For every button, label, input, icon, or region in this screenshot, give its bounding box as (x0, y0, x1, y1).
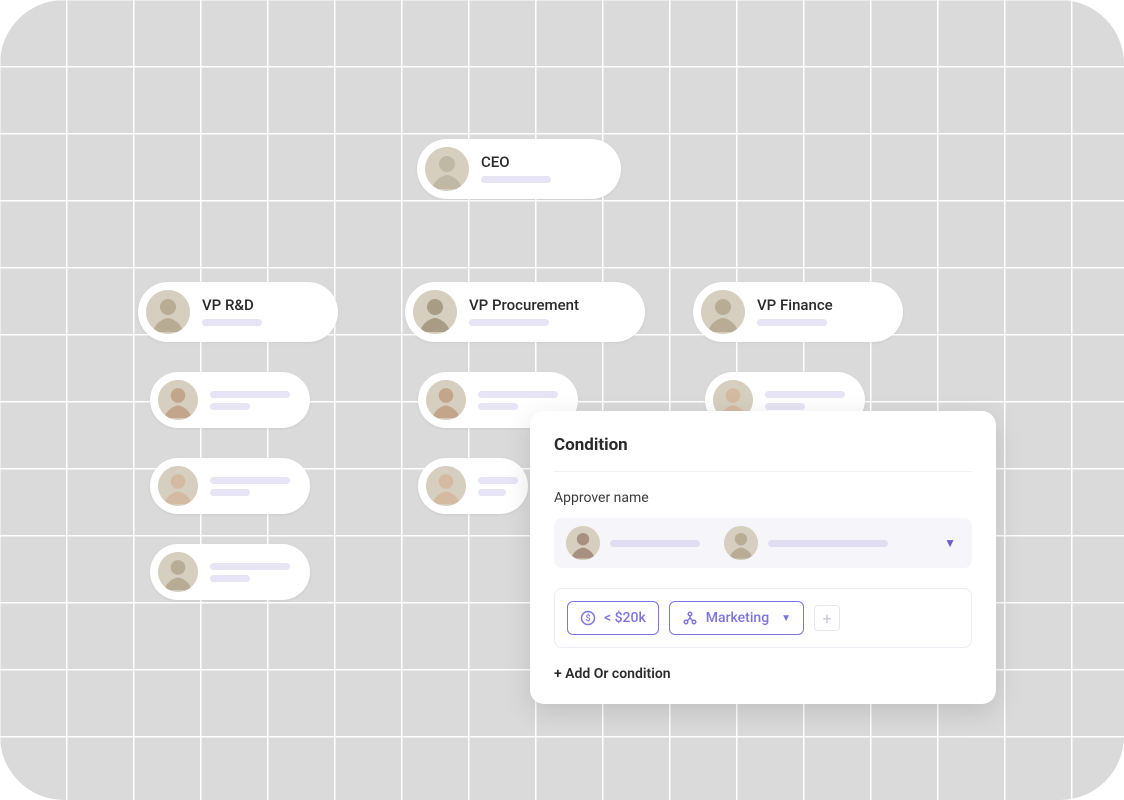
org-card-vp-procurement[interactable]: VP Procurement (405, 282, 645, 342)
card-text: VP Finance (757, 298, 833, 326)
placeholder-line (210, 563, 290, 570)
dept-tag[interactable]: Marketing ▼ (669, 601, 804, 635)
avatar-vp-procurement (413, 290, 457, 334)
placeholder-line (210, 489, 250, 496)
svg-text:$: $ (585, 613, 590, 624)
placeholder-line (478, 391, 558, 398)
placeholder-line (768, 540, 888, 547)
avatar-vp-rnd (146, 290, 190, 334)
avatar-member (426, 466, 466, 506)
org-card-member[interactable] (150, 372, 310, 428)
org-card-ceo[interactable]: CEO (417, 139, 621, 199)
placeholder-line (478, 403, 518, 410)
placeholder-line (210, 403, 250, 410)
condition-tag-row: $ < $20k Marketing ▼ + (554, 588, 972, 648)
avatar-ceo (425, 147, 469, 191)
placeholder-line (765, 391, 845, 398)
placeholder-line (210, 477, 290, 484)
card-title: CEO (481, 155, 551, 170)
card-title: VP R&D (202, 298, 262, 313)
chevron-down-icon: ▼ (781, 613, 791, 624)
placeholder-line (610, 540, 700, 547)
approver-avatar-2 (724, 526, 758, 560)
org-card-member[interactable] (150, 544, 310, 600)
avatar-vp-finance (701, 290, 745, 334)
avatar-member (426, 380, 466, 420)
card-text: VP Procurement (469, 298, 579, 326)
condition-panel: Condition Approver name ▼ $ < $20k (530, 411, 996, 704)
approver-select[interactable]: ▼ (554, 518, 972, 568)
avatar-member (158, 552, 198, 592)
card-text (210, 563, 290, 582)
dept-tag-label: Marketing (706, 610, 769, 626)
avatar-member (158, 380, 198, 420)
card-text: VP R&D (202, 298, 262, 326)
placeholder-line (478, 477, 518, 484)
placeholder-line (469, 319, 549, 326)
placeholder-line (757, 319, 827, 326)
dollar-icon: $ (580, 610, 596, 626)
org-card-member[interactable] (150, 458, 310, 514)
approver-avatar-1 (566, 526, 600, 560)
card-title: VP Finance (757, 298, 833, 313)
card-text (765, 391, 845, 410)
card-title: VP Procurement (469, 298, 579, 313)
card-text (478, 391, 558, 410)
approver-label: Approver name (554, 490, 972, 506)
card-text (478, 477, 518, 496)
org-chart-canvas[interactable]: CEO VP R&D VP Procurement VP Finance (0, 0, 1124, 800)
card-text: CEO (481, 155, 551, 183)
add-tag-button[interactable]: + (814, 605, 840, 631)
add-or-condition-button[interactable]: + Add Or condition (554, 666, 972, 682)
placeholder-line (210, 575, 250, 582)
org-card-member[interactable] (418, 458, 528, 514)
org-card-vp-finance[interactable]: VP Finance (693, 282, 903, 342)
amount-tag[interactable]: $ < $20k (567, 601, 659, 635)
card-text (210, 391, 290, 410)
org-card-vp-rnd[interactable]: VP R&D (138, 282, 338, 342)
placeholder-line (210, 391, 290, 398)
placeholder-line (202, 319, 262, 326)
amount-tag-label: < $20k (604, 610, 646, 626)
chevron-down-icon[interactable]: ▼ (940, 532, 960, 554)
placeholder-line (481, 176, 551, 183)
panel-title: Condition (554, 435, 972, 472)
placeholder-line (478, 489, 506, 496)
placeholder-line (765, 403, 805, 410)
network-icon (682, 610, 698, 626)
avatar-member (158, 466, 198, 506)
card-text (210, 477, 290, 496)
